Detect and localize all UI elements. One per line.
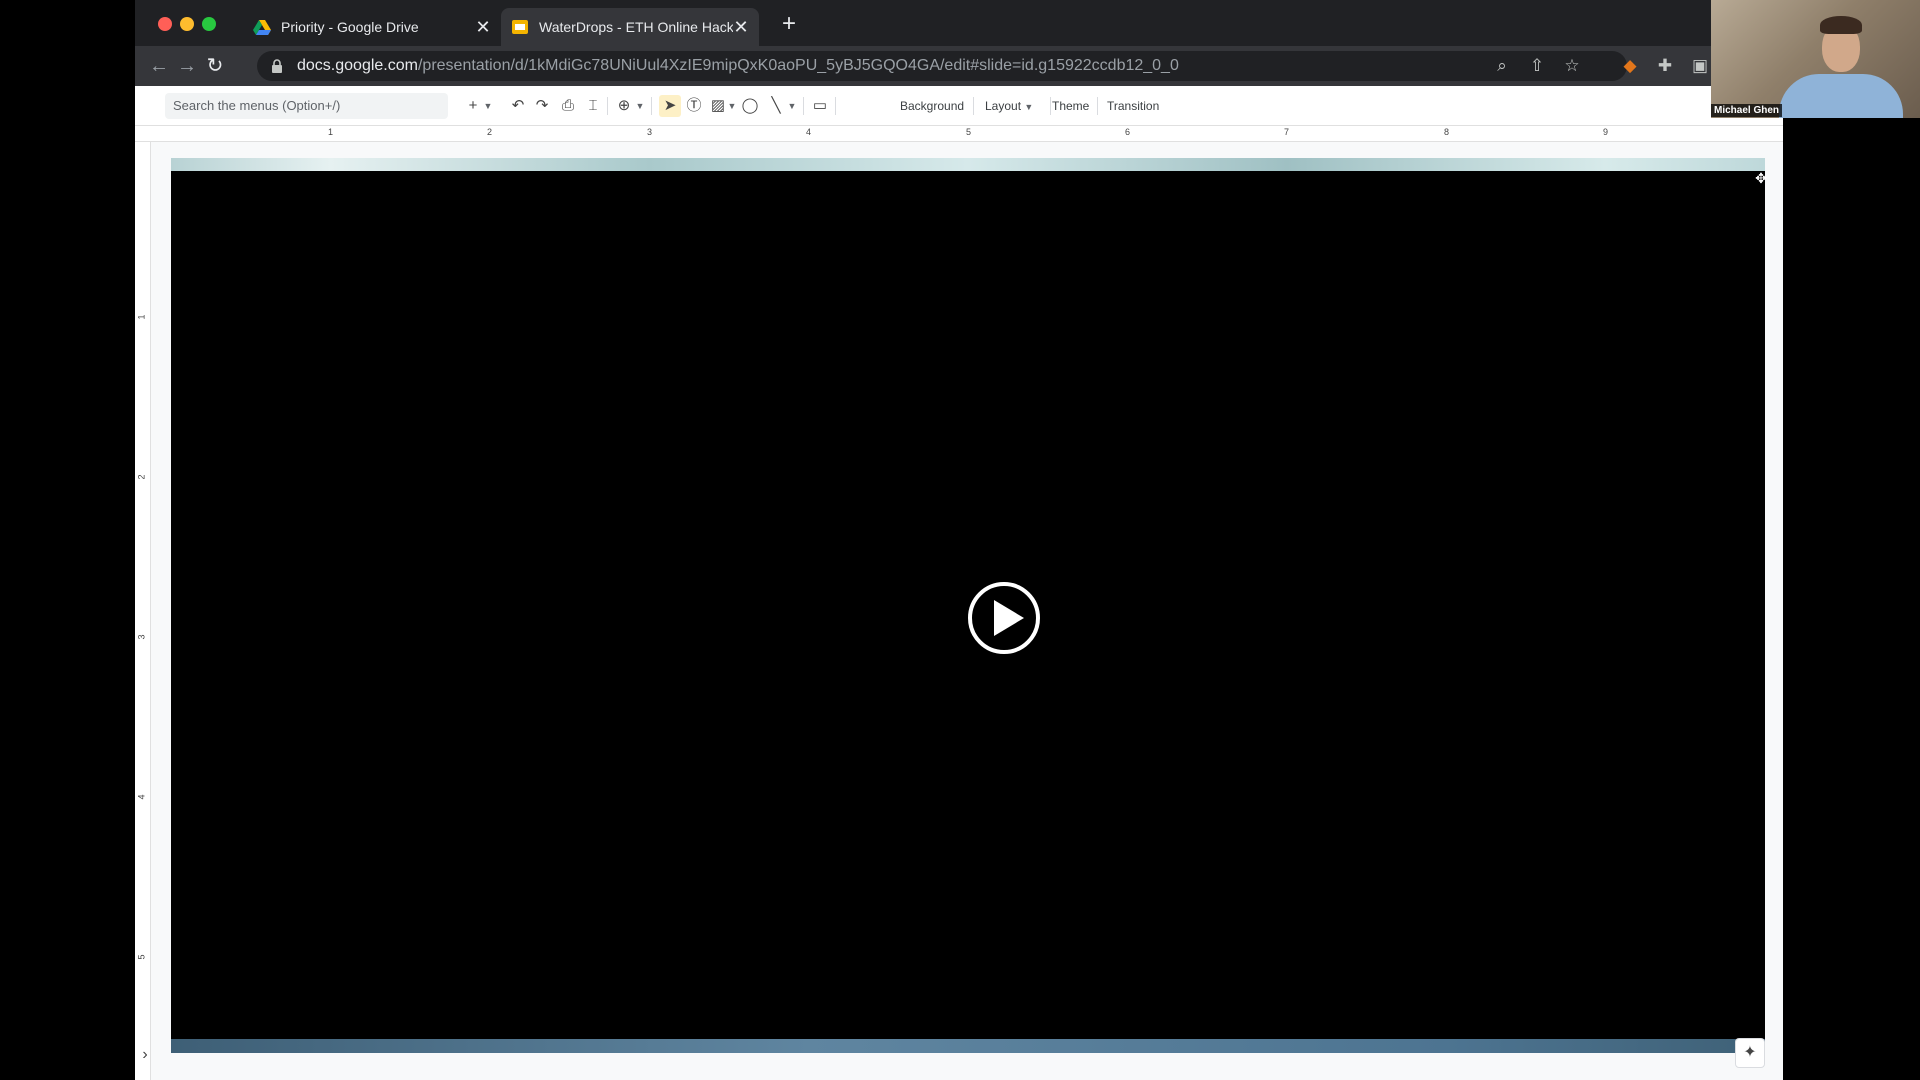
tab-title: Priority - Google Drive — [281, 19, 419, 35]
toolbar-divider — [651, 97, 652, 115]
vertical-ruler: 1 2 3 4 5 — [135, 142, 151, 1080]
ruler-number: 2 — [136, 474, 147, 480]
back-arrow-icon[interactable]: ← — [146, 53, 172, 79]
paint-format-icon[interactable]: ⌶ — [585, 95, 601, 117]
tab-google-drive[interactable]: Priority - Google Drive ✕ — [243, 8, 501, 46]
slides-toolbar: Search the menus (Option+/) + ▼ ↶ ↷ ⎙ ⌶ … — [135, 86, 1783, 126]
tab-strip: Priority - Google Drive ✕ WaterDrops - E… — [135, 0, 1783, 46]
ruler-number: 8 — [1444, 127, 1450, 137]
line-icon[interactable]: ╲ — [767, 95, 785, 117]
ruler-number: 7 — [1284, 127, 1290, 137]
tab-title: WaterDrops - ETH Online Hack — [539, 19, 733, 35]
toolbar-divider — [607, 97, 608, 115]
ruler-number: 5 — [136, 954, 147, 960]
ruler-number: 3 — [136, 634, 147, 640]
image-icon[interactable]: ▨ — [709, 95, 727, 117]
slide-top-band — [171, 158, 1765, 171]
ruler-number: 6 — [1125, 127, 1131, 137]
chevron-right-icon[interactable]: › — [135, 1042, 155, 1068]
layout-dropdown[interactable]: Layout ▼ — [985, 95, 1033, 117]
redo-icon[interactable]: ↷ — [533, 95, 551, 117]
webcam-name-label: Michael Ghen — [1711, 104, 1783, 117]
metamask-extension-icon[interactable]: ◆ — [1619, 55, 1641, 77]
ruler-number: 4 — [136, 794, 147, 800]
new-slide-plus-icon[interactable]: + — [465, 95, 481, 117]
layout-label: Layout — [985, 99, 1022, 113]
window-minimize-button[interactable] — [180, 17, 194, 31]
webcam-overlay: Michael Ghen — [1711, 0, 1920, 118]
video-play-button[interactable] — [968, 582, 1040, 654]
menu-search-input[interactable]: Search the menus (Option+/) — [165, 93, 448, 119]
share-icon[interactable]: ⇧ — [1526, 55, 1548, 77]
undo-icon[interactable]: ↶ — [509, 95, 527, 117]
tab-close-icon[interactable]: ✕ — [475, 17, 491, 38]
address-bar-row: ← → ↻ docs.google.com/presentation/d/1kM… — [135, 46, 1783, 86]
toolbar-divider — [803, 97, 804, 115]
ruler-number: 3 — [647, 127, 653, 137]
move-handle-icon[interactable]: ✥ — [1753, 170, 1769, 186]
zoom-icon[interactable]: ⌕ — [1491, 55, 1513, 77]
zoom-icon[interactable]: ⊕ — [615, 95, 633, 117]
extensions-puzzle-icon[interactable]: ✚ — [1654, 55, 1676, 77]
chevron-down-icon[interactable]: ▼ — [787, 95, 797, 117]
new-tab-button[interactable]: + — [775, 10, 803, 38]
print-icon[interactable]: ⎙ — [559, 95, 577, 117]
window-close-button[interactable] — [158, 17, 172, 31]
shape-icon[interactable]: ◯ — [741, 95, 759, 117]
tab-close-icon[interactable]: ✕ — [733, 17, 749, 38]
theme-button[interactable]: Theme — [1052, 95, 1089, 117]
google-drive-icon — [253, 20, 271, 35]
horizontal-ruler: 1 2 3 4 5 6 7 8 9 — [135, 126, 1783, 142]
chevron-down-icon[interactable]: ▼ — [483, 95, 493, 117]
transition-button[interactable]: Transition — [1107, 95, 1159, 117]
ruler-number: 9 — [1603, 127, 1609, 137]
ruler-number: 4 — [806, 127, 812, 137]
side-panel-icon[interactable]: ▣ — [1689, 55, 1711, 77]
slide[interactable]: ✥ — [171, 158, 1767, 1053]
chevron-down-icon[interactable]: ▼ — [635, 95, 645, 117]
comment-icon[interactable]: ▭ — [811, 95, 829, 117]
google-slides-icon — [512, 20, 528, 34]
url-host: docs.google.com — [297, 57, 418, 74]
toolbar-divider — [1097, 97, 1098, 115]
ruler-number: 1 — [136, 314, 147, 320]
select-cursor-icon[interactable]: ➤ — [659, 95, 681, 117]
slide-bottom-band — [171, 1039, 1765, 1053]
play-icon — [994, 600, 1024, 636]
chevron-down-icon[interactable]: ▼ — [727, 95, 737, 117]
toolbar-divider — [835, 97, 836, 115]
explore-icon[interactable]: ✦ — [1735, 1038, 1765, 1068]
url-field[interactable]: docs.google.com/presentation/d/1kMdiGc78… — [257, 51, 1627, 81]
browser-window: Priority - Google Drive ✕ WaterDrops - E… — [135, 0, 1783, 1080]
text-box-icon[interactable]: Ⓣ — [685, 95, 703, 117]
toolbar-divider — [973, 97, 974, 115]
lock-icon — [272, 59, 282, 73]
bookmark-star-icon[interactable]: ☆ — [1561, 55, 1583, 77]
ruler-number: 1 — [328, 127, 334, 137]
webcam-person-body — [1779, 74, 1903, 118]
toolbar-divider — [1050, 97, 1051, 115]
tab-waterdrops-slides[interactable]: WaterDrops - ETH Online Hack ✕ — [501, 8, 759, 46]
webcam-person-hair — [1820, 16, 1862, 34]
ruler-number: 5 — [966, 127, 972, 137]
url-path: /presentation/d/1kMdiGc78UNiUul4XzIE9mip… — [417, 57, 1179, 74]
chevron-down-icon: ▼ — [1024, 102, 1034, 112]
window-maximize-button[interactable] — [202, 17, 216, 31]
forward-arrow-icon[interactable]: → — [174, 53, 200, 79]
background-button[interactable]: Background — [900, 95, 964, 117]
screen: Priority - Google Drive ✕ WaterDrops - E… — [0, 0, 1920, 1080]
ruler-number: 2 — [487, 127, 493, 137]
slide-canvas[interactable]: 1 2 3 4 5 ✥ › ✦ — [135, 142, 1783, 1080]
reload-icon[interactable]: ↻ — [202, 53, 228, 79]
